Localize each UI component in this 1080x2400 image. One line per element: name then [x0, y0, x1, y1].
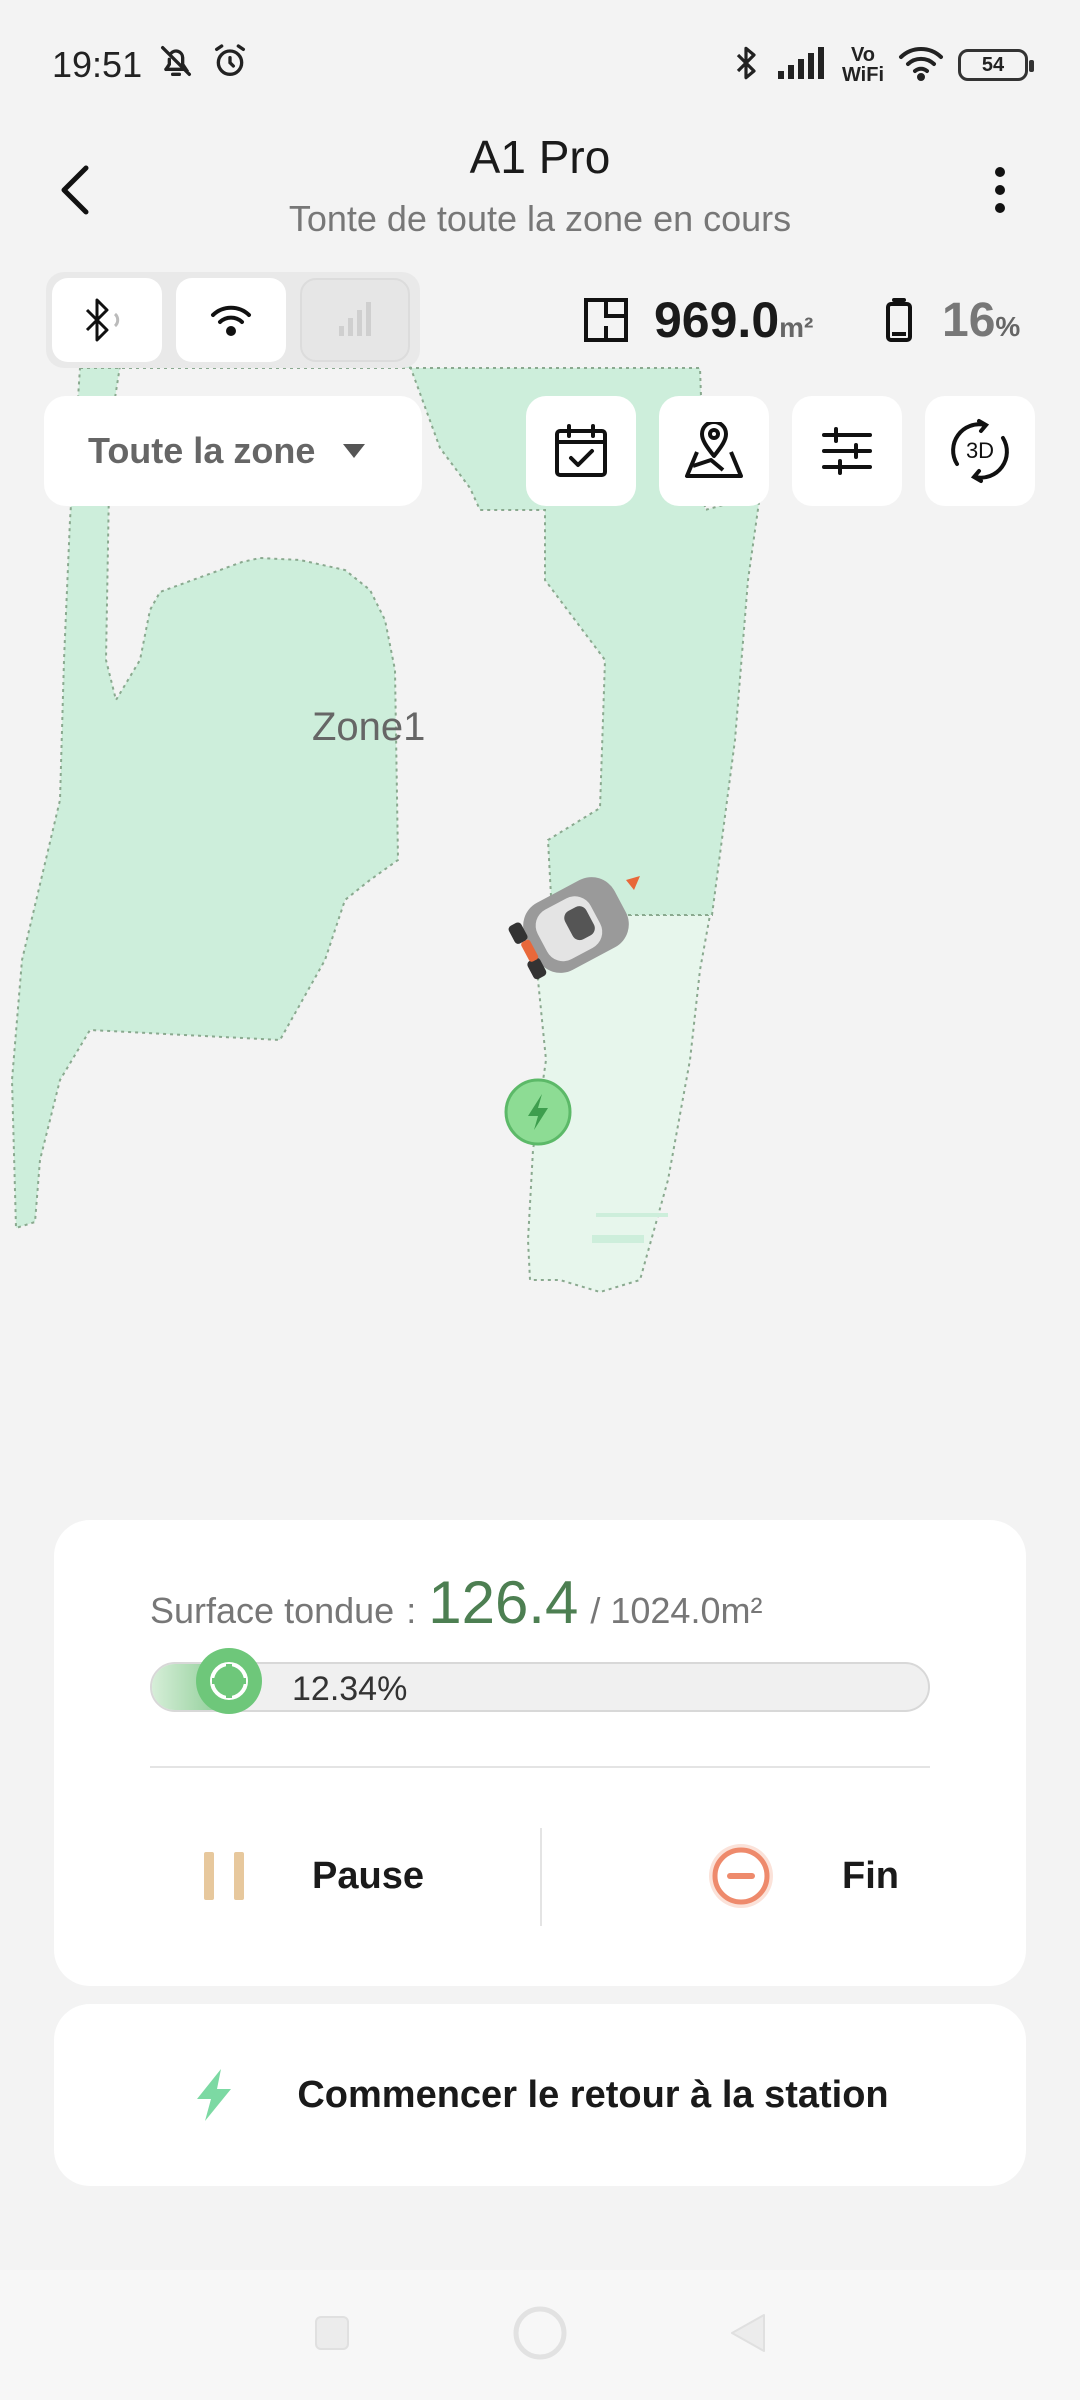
map-pin-icon — [685, 422, 743, 478]
mowed-area-separator: : — [406, 1590, 417, 1631]
cellular-signal-icon — [339, 302, 371, 336]
bluetooth-signal-icon — [85, 298, 120, 342]
wifi-status-button[interactable] — [176, 278, 286, 362]
page-subtitle: Tonte de toute la zone en cours — [288, 198, 792, 239]
3d-label: 3D — [966, 438, 994, 463]
floor-plan-icon — [584, 298, 628, 342]
triangle-back-icon — [731, 2313, 765, 2352]
zone-select-label: Toute la zone — [88, 430, 316, 471]
map-edit-button[interactable] — [659, 396, 769, 506]
connectivity-group — [46, 272, 420, 368]
bluetooth-status-button[interactable] — [52, 278, 162, 362]
vowifi-top: Vo — [850, 44, 876, 66]
recent-apps-button[interactable] — [312, 2313, 352, 2358]
progress-percent: 12.34% — [292, 1670, 408, 1708]
zone-select-dropdown[interactable]: Toute la zone — [44, 396, 422, 506]
mowed-area-row: Surface tondue : 126.4 / 1024.0m² — [150, 1568, 762, 1637]
mowing-map[interactable]: Zone1 — [0, 360, 1080, 1360]
vowifi-bottom: WiFi — [841, 64, 884, 86]
bell-off-icon — [156, 41, 196, 90]
schedule-button[interactable] — [526, 396, 636, 506]
wifi-icon — [211, 305, 251, 336]
actions-divider — [540, 1828, 542, 1926]
battery-icon: 54 — [958, 49, 1034, 81]
end-label: Fin — [842, 1854, 899, 1897]
mowed-area-label: Surface tondue — [150, 1590, 395, 1631]
vowifi-indicator: Vo WiFi — [842, 45, 884, 85]
status-bar: 19:51 Vo WiFi 54 — [0, 0, 1080, 130]
pause-label: Pause — [312, 1854, 424, 1897]
page-title: A1 Pro — [469, 131, 611, 183]
mow-stripe — [596, 1213, 668, 1217]
mowed-area-value: 126.4 — [428, 1569, 579, 1636]
circle-icon — [513, 2306, 567, 2359]
calendar-check-icon — [555, 424, 607, 477]
battery-value: 16 — [942, 293, 996, 347]
card-divider — [150, 1766, 930, 1768]
area-stat: 969.0m² — [582, 282, 813, 358]
mow-stripe — [592, 1235, 644, 1243]
end-button[interactable]: Fin — [706, 1820, 899, 1932]
map-canvas — [10, 365, 762, 1294]
more-menu-button[interactable] — [970, 155, 1030, 225]
wifi-icon — [898, 45, 944, 86]
return-to-station-label: Commencer le retour à la station — [297, 2073, 889, 2116]
zone-name-label: Zone1 — [312, 705, 426, 749]
alarm-icon — [210, 41, 250, 90]
caret-down-icon — [343, 444, 366, 458]
cellular-status-button[interactable] — [300, 278, 410, 362]
battery-level-text: 54 — [981, 53, 1005, 76]
rotate-3d-icon: 3D — [951, 419, 1009, 483]
status-right: Vo WiFi 54 — [730, 43, 1034, 88]
mowing-progress-bar: 12.34% — [150, 1648, 930, 1714]
settings-button[interactable] — [792, 396, 902, 506]
app-header: A1 Pro Tonte de toute la zone en cours — [0, 130, 1080, 250]
status-time: 19:51 — [52, 44, 143, 85]
total-area-value: / 1024.0m² — [590, 1590, 763, 1631]
area-unit: m² — [779, 312, 814, 343]
battery-stat: 16% — [884, 282, 1020, 358]
bolt-icon — [197, 2069, 232, 2121]
progress-knob-icon — [196, 1648, 263, 1714]
pause-button[interactable]: Pause — [202, 1820, 424, 1932]
signal-icon — [776, 45, 828, 86]
progress-card: Surface tondue : 126.4 / 1024.0m² 12.34%… — [54, 1520, 1026, 1986]
sliders-icon — [822, 427, 872, 475]
area-value: 969.0 — [654, 292, 780, 348]
square-icon — [315, 2315, 349, 2350]
charging-station-icon — [504, 1078, 572, 1146]
pause-icon — [204, 1852, 244, 1900]
status-left: 19:51 — [52, 41, 250, 90]
system-nav-bar — [0, 2270, 1080, 2400]
battery-unit: % — [995, 310, 1021, 342]
bluetooth-icon — [730, 43, 762, 88]
3d-view-button[interactable]: 3D — [925, 396, 1035, 506]
stop-minus-icon — [709, 1844, 773, 1908]
return-to-station-button[interactable]: Commencer le retour à la station — [54, 2004, 1026, 2186]
back-nav-button[interactable] — [728, 2311, 768, 2360]
battery-icon — [886, 298, 912, 342]
home-button[interactable] — [512, 2305, 568, 2366]
more-vertical-icon — [995, 167, 1005, 213]
